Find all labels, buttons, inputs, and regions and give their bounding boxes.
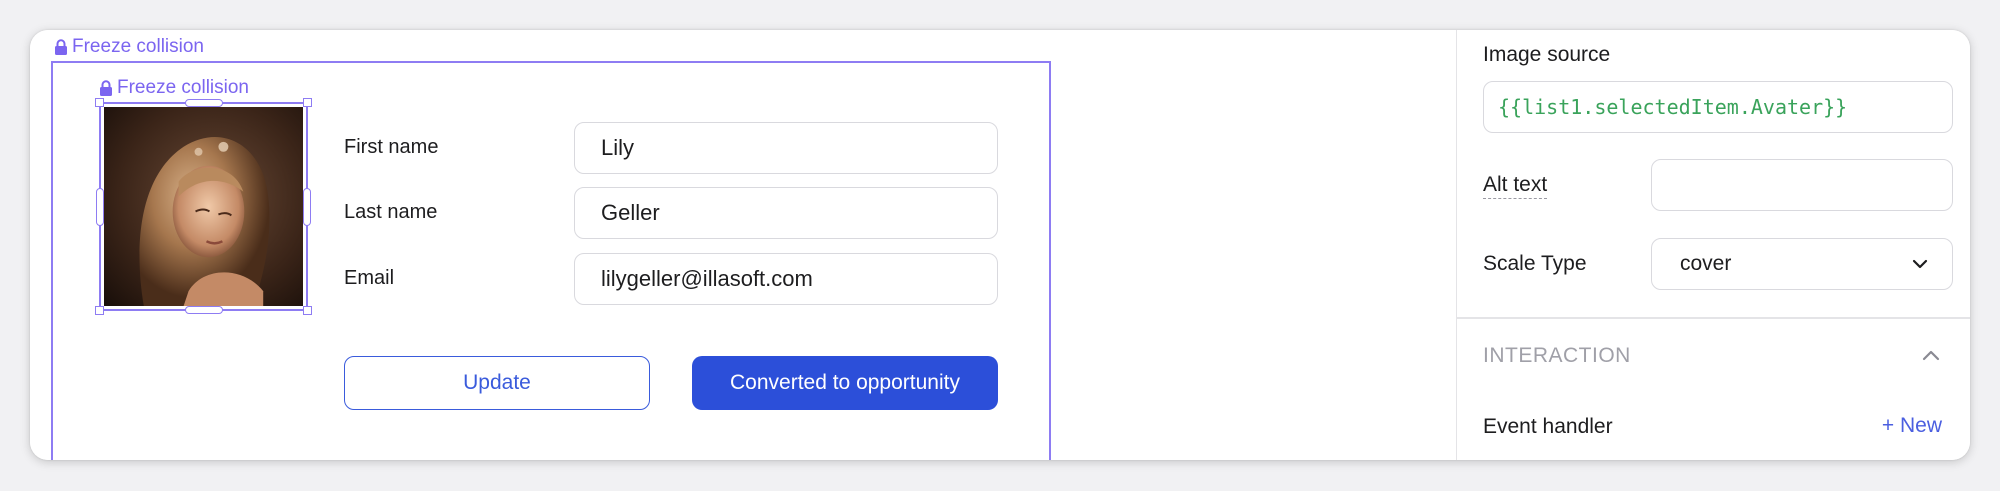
avatar-image (104, 107, 303, 306)
inspector-panel: Image source {{list1.selectedItem.Avater… (1456, 30, 1970, 460)
image-source-value: {{list1.selectedItem.Avater}} (1498, 95, 1848, 119)
last-name-value: Geller (601, 200, 660, 225)
resize-handle-right[interactable] (303, 188, 311, 226)
alt-text-label-text: Alt text (1483, 173, 1548, 199)
scale-type-label: Scale Type (1483, 252, 1587, 275)
scale-type-value: cover (1680, 252, 1732, 275)
resize-handle-top-right[interactable] (303, 98, 312, 107)
image-source-label: Image source (1483, 43, 1611, 66)
first-name-value: Lily (601, 135, 635, 160)
alt-text-input[interactable] (1651, 159, 1953, 211)
chevron-down-icon (1912, 259, 1928, 269)
converted-to-opportunity-button[interactable]: Converted to opportunity (692, 356, 998, 410)
resize-handle-top-left[interactable] (95, 98, 104, 107)
lock-icon (55, 39, 67, 55)
alt-text-label: Alt text (1483, 173, 1548, 199)
last-name-input[interactable]: Geller (574, 187, 998, 239)
resize-handle-bottom[interactable] (185, 306, 223, 314)
image-freeze-collision-label: Freeze collision (117, 77, 249, 98)
last-name-label: Last name (344, 201, 438, 223)
resize-handle-bottom-right[interactable] (303, 306, 312, 315)
update-button[interactable]: Update (344, 356, 650, 410)
event-handler-label: Event handler (1483, 415, 1613, 438)
interaction-section-title[interactable]: INTERACTION (1483, 344, 1631, 368)
first-name-label: First name (344, 136, 439, 158)
resize-handle-left[interactable] (96, 188, 104, 226)
email-value: lilygeller@illasoft.com (601, 266, 813, 291)
app-window: Freeze collision Freeze collision First … (30, 30, 1970, 460)
image-component[interactable] (95, 98, 312, 315)
editor-canvas[interactable]: Freeze collision Freeze collision First … (30, 30, 1456, 460)
scale-type-select[interactable]: cover (1651, 238, 1953, 290)
image-source-input[interactable]: {{list1.selectedItem.Avater}} (1483, 81, 1953, 133)
resize-handle-top[interactable] (185, 99, 223, 107)
resize-handle-bottom-left[interactable] (95, 306, 104, 315)
email-input[interactable]: lilygeller@illasoft.com (574, 253, 998, 305)
outer-freeze-collision-label: Freeze collision (72, 36, 204, 57)
lock-icon (100, 80, 112, 96)
chevron-up-icon[interactable] (1922, 350, 1940, 361)
section-divider (1457, 317, 1970, 319)
image-freeze-collision-tag[interactable]: Freeze collision (99, 77, 249, 99)
email-label: Email (344, 267, 395, 289)
add-event-handler-button[interactable]: + New (1882, 414, 1942, 438)
first-name-input[interactable]: Lily (574, 122, 998, 174)
outer-freeze-collision-tag[interactable]: Freeze collision (54, 36, 204, 58)
